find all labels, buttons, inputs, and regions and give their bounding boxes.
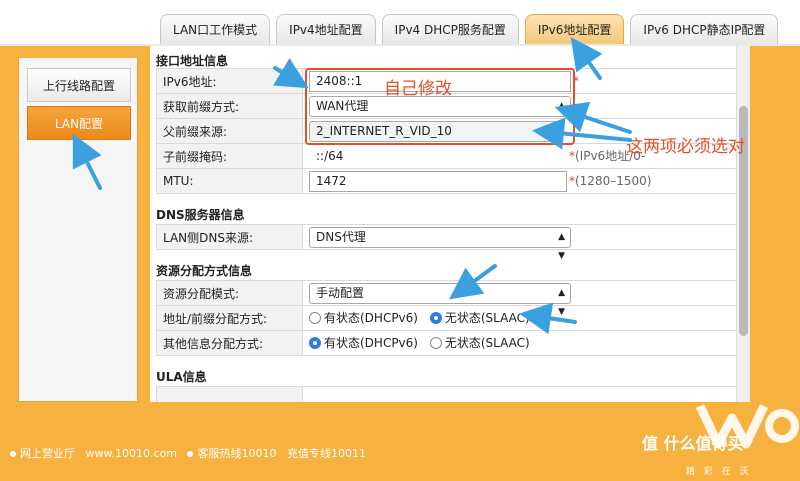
section-title-resource: 资源分配方式信息: [156, 264, 253, 278]
radio-dot: [309, 311, 321, 324]
ipv6-address-label: IPv6地址:: [156, 68, 303, 94]
chevron-updown-icon: ▲ ▼: [558, 287, 565, 317]
addr-prefix-mode-label: 地址/前缀分配方式:: [156, 305, 303, 331]
table-row: 其他信息分配方式: 有状态(DHCPv6) 无状态(SLAAC): [156, 330, 740, 356]
table-row: MTU: 1472 *(1280–1500): [156, 168, 740, 194]
lan-dns-source-label: LAN侧DNS来源:: [156, 224, 303, 250]
bullet-icon: [10, 451, 16, 457]
resource-table: 资源分配模式: 手动配置 ▲ ▼ 地址/前缀分配方式: 有状态(DHCPv6) 无状…: [156, 280, 740, 356]
alloc-mode-value: 手动配置: [316, 285, 365, 300]
radio-addr-stateful[interactable]: 有状态(DHCPv6): [309, 309, 418, 326]
radio-dot-selected: [309, 336, 321, 349]
annotation-self-modify: 自己修改: [384, 79, 452, 99]
footer-links: 网上营业厅 www.10010.com 客服热线10010 充值专线10011: [10, 445, 366, 461]
radio-addr-stateless[interactable]: 无状态(SLAAC): [429, 309, 530, 326]
table-row: 地址/前缀分配方式: 有状态(DHCPv6) 无状态(SLAAC): [156, 305, 740, 331]
sidebar-item-lan[interactable]: LAN配置: [27, 106, 131, 140]
table-row: 资源分配模式: 手动配置 ▲ ▼: [156, 280, 740, 317]
lan-dns-source-select[interactable]: DNS代理 ▲ ▼: [309, 226, 571, 261]
chevron-updown-icon: ▲ ▼: [558, 231, 565, 261]
radio-label: 有状态(DHCPv6): [324, 336, 418, 351]
annotation-must-select: 这两项必须选对: [626, 137, 745, 157]
radio-dot: [429, 336, 442, 349]
section-title-interface: 接口地址信息: [156, 54, 229, 68]
tab-bar: LAN口工作模式 IPv4地址配置 IPv4 DHCP服务配置 IPv6地址配置…: [160, 14, 779, 44]
radio-other-stateless[interactable]: 无状态(SLAAC): [429, 334, 530, 351]
bullet-icon: [187, 451, 194, 457]
brand-watermark: 值 什么值得买: [642, 434, 744, 453]
alloc-mode-select[interactable]: 手动配置 ▲ ▼: [309, 282, 571, 317]
footer-online-hall[interactable]: 网上营业厅: [20, 447, 75, 460]
table-row: LAN侧DNS来源: DNS代理 ▲ ▼: [156, 224, 740, 261]
parent-prefix-label: 父前缀来源:: [156, 118, 303, 144]
section-title-ula: ULA信息: [156, 370, 207, 384]
brand-slogan: 精 彩 在 沃: [686, 467, 752, 477]
tab-ipv6-dhcp-static[interactable]: IPv6 DHCP静态IP配置: [630, 14, 779, 44]
radio-other-stateful[interactable]: 有状态(DHCPv6): [309, 334, 418, 351]
radio-label: 无状态(SLAAC): [444, 336, 530, 351]
table-row: [156, 386, 740, 402]
prefix-mode-label: 获取前缀方式:: [156, 93, 303, 119]
footer-recharge: 充值专线10011: [286, 447, 366, 460]
section-title-dns: DNS服务器信息: [156, 208, 245, 222]
mtu-label: MTU:: [156, 168, 303, 194]
ula-row-label: [156, 386, 303, 402]
tab-ipv4-address[interactable]: IPv4地址配置: [276, 14, 376, 44]
sidebar-item-uplink[interactable]: 上行线路配置: [27, 68, 131, 102]
mtu-hint: (1280–1500): [575, 173, 652, 188]
sub-prefix-mask-label: 子前缀掩码:: [156, 143, 303, 169]
mtu-input[interactable]: 1472: [309, 170, 567, 192]
radio-label: 有状态(DHCPv6): [324, 311, 418, 326]
ula-table: [156, 386, 740, 402]
footer-hotline: 客服热线10010: [197, 447, 277, 460]
footer-url[interactable]: www.10010.com: [86, 447, 177, 460]
other-info-mode-label: 其他信息分配方式:: [156, 330, 303, 356]
radio-label: 无状态(SLAAC): [444, 311, 530, 326]
scrollbar[interactable]: [736, 46, 750, 402]
tab-ipv4-dhcp[interactable]: IPv4 DHCP服务配置: [381, 14, 519, 44]
dns-table: LAN侧DNS来源: DNS代理 ▲ ▼: [156, 224, 740, 261]
lan-dns-source-value: DNS代理: [316, 229, 366, 244]
tab-ipv6-address[interactable]: IPv6地址配置: [524, 14, 625, 44]
sub-prefix-mask-input[interactable]: ::/64: [309, 145, 567, 167]
radio-dot-selected: [429, 311, 442, 324]
alloc-mode-label: 资源分配模式:: [156, 280, 303, 306]
sidebar: 上行线路配置 LAN配置: [18, 58, 138, 402]
tab-lan-mode[interactable]: LAN口工作模式: [160, 14, 271, 44]
